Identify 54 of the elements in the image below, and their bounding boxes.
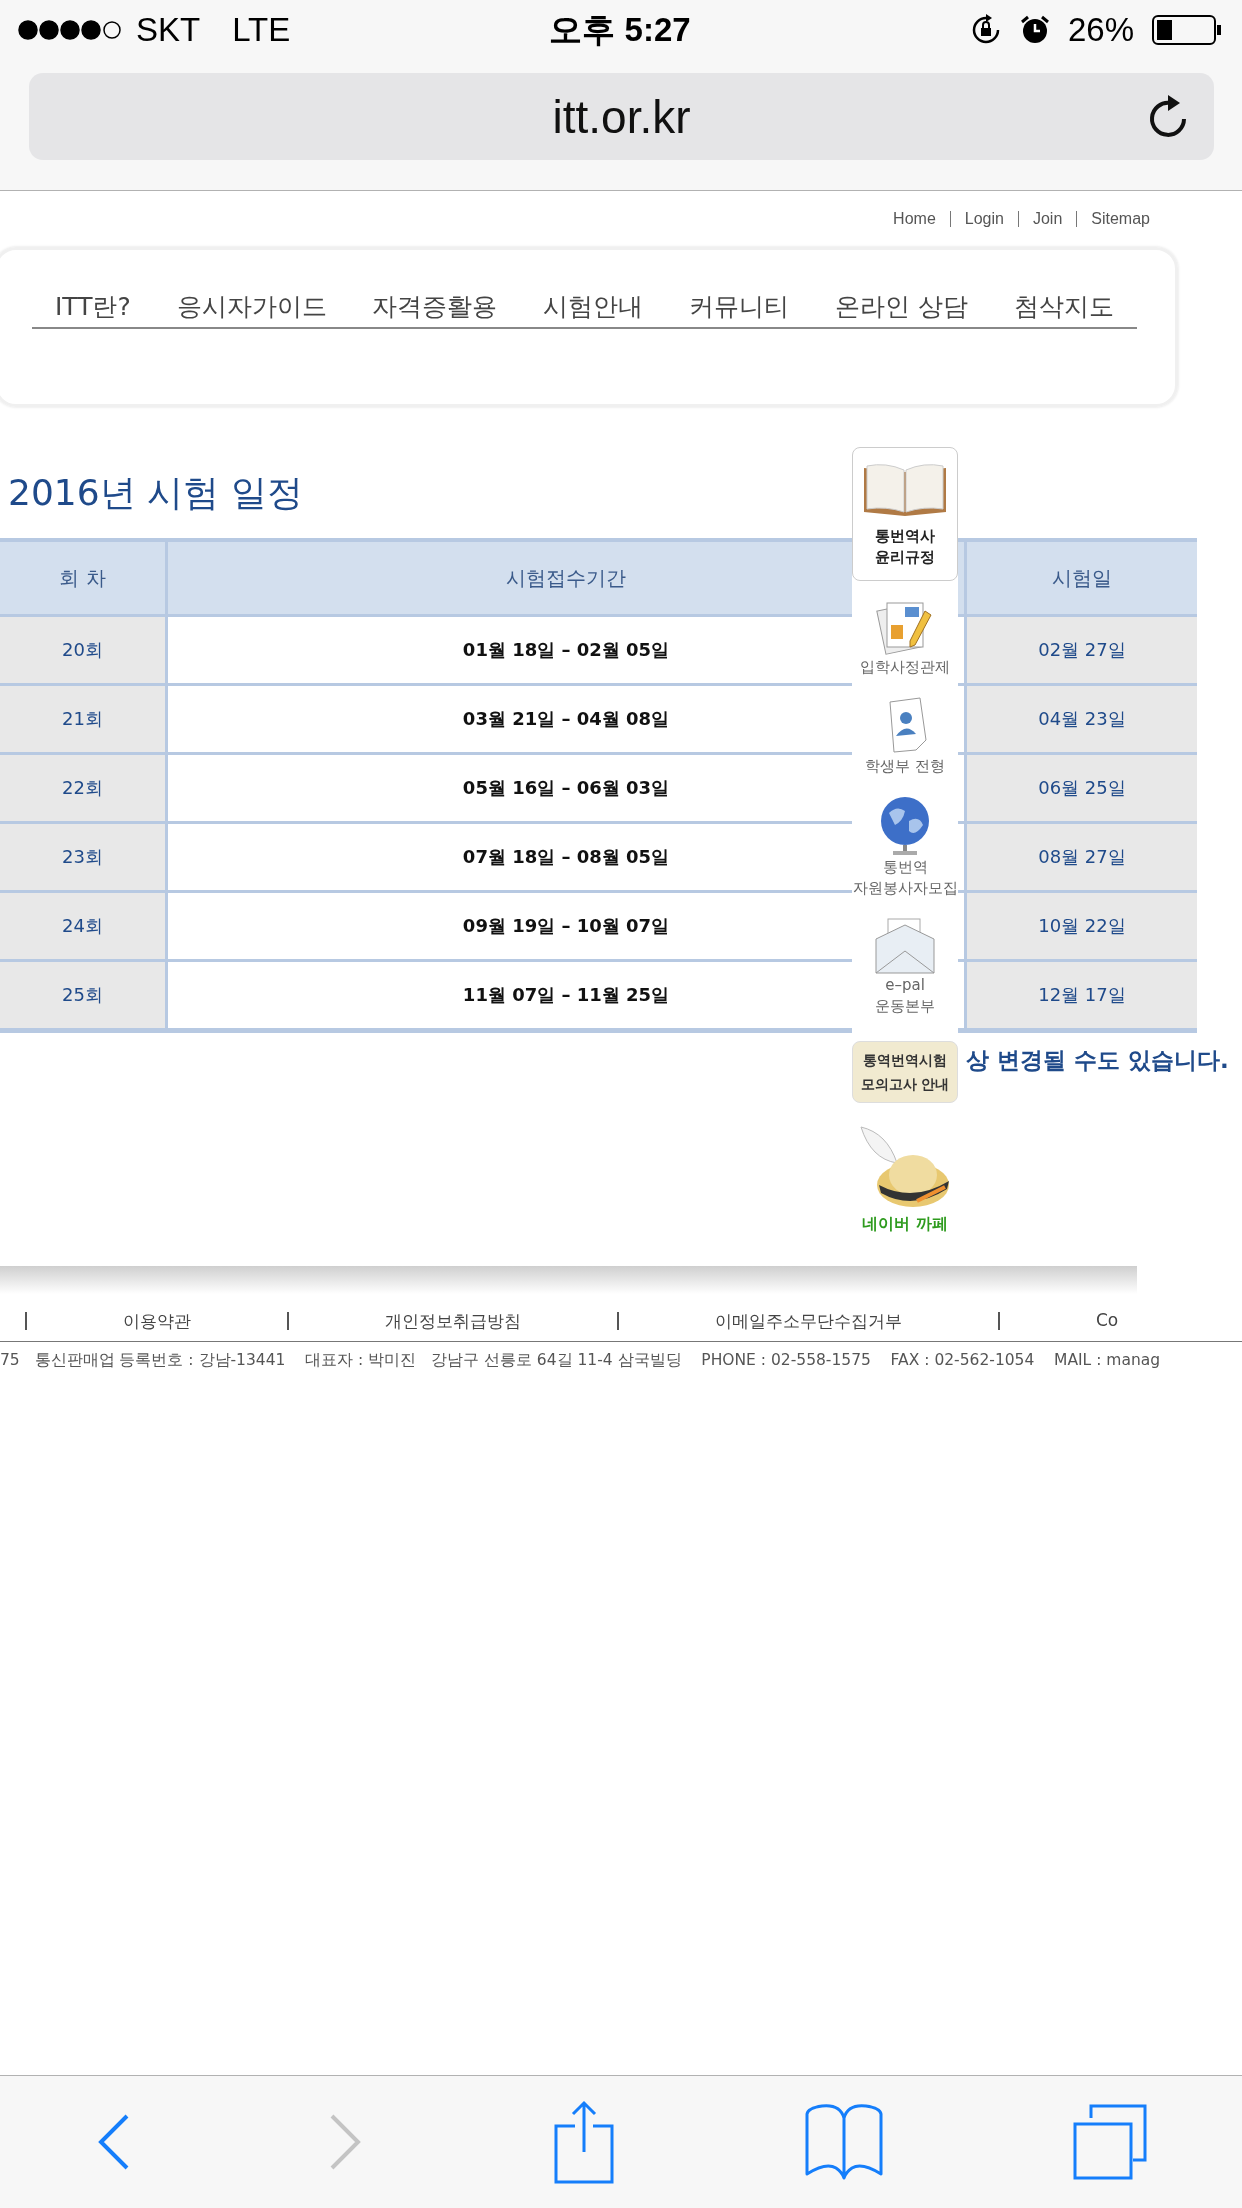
table-cell: 23회 (0, 822, 167, 892)
carrier-label: SKT (136, 11, 201, 49)
quick-menu-link[interactable]: 통번역 (852, 857, 958, 878)
top-link[interactable]: Home (879, 211, 950, 227)
bookmarks-icon[interactable] (804, 2104, 885, 2180)
nav-menu-item[interactable]: 온라인 상담 (835, 290, 969, 323)
table-cell: 25회 (0, 960, 167, 1031)
footer-link[interactable]: 개인정보취급방침 (289, 1310, 617, 1333)
signal-icon (18, 20, 122, 40)
nav-menu-item[interactable]: 커뮤니티 (689, 290, 790, 323)
tabs-icon[interactable] (1073, 2104, 1148, 2180)
table-cell: 04월 23일 (965, 684, 1197, 754)
footer-link[interactable]: 이용약관 (27, 1310, 287, 1333)
quick-menu-link[interactable]: 운동본부 (875, 996, 935, 1017)
address-bar[interactable]: itt.or.kr (29, 73, 1214, 160)
column-header: 시험일 (965, 540, 1197, 616)
quick-menu-link[interactable]: 학생부 전형 (865, 756, 945, 777)
column-header: 회 차 (0, 540, 167, 616)
table-cell: 24회 (0, 891, 167, 961)
quick-menu-card[interactable]: 통번역사 윤리규정 (852, 447, 958, 581)
book-icon (862, 462, 948, 518)
nav-menu-item[interactable]: 자격증활용 (372, 290, 498, 323)
quick-menu-link[interactable]: 입학사정관제 (860, 657, 950, 678)
table-cell: 10월 22일 (965, 891, 1197, 961)
cafe-link[interactable]: 네이버 까페 (862, 1213, 948, 1234)
envelope-icon (874, 917, 936, 975)
mock-exam-button[interactable]: 통역번역시험 모의고사 안내 (852, 1041, 958, 1103)
table-cell: 21회 (0, 684, 167, 754)
table-cell: 02월 27일 (965, 615, 1197, 685)
table-cell: 08월 27일 (965, 822, 1197, 892)
table-cell: 20회 (0, 615, 167, 685)
footer-link[interactable]: Co (1000, 1310, 1215, 1333)
nav-menu-item[interactable]: 응시자가이드 (176, 290, 327, 323)
card-label: 윤리규정 (875, 547, 935, 568)
table-cell: 22회 (0, 753, 167, 823)
alarm-icon (1019, 15, 1050, 45)
battery-icon (1152, 15, 1222, 45)
network-label: LTE (232, 11, 291, 49)
clock-label: 오후 5:27 (549, 10, 691, 48)
table-cell: 12월 17일 (965, 960, 1197, 1031)
page-title: 2016년 시험 일정 (8, 471, 303, 515)
footer-link[interactable]: 이메일주소무단수집거부 (619, 1310, 998, 1333)
footer-info: 75 통신판매업 등록번호 : 강남-13441 대표자 : 박미진 강남구 선릉로 64길 11-4 삼국빌딩 PHONE : 02-558-1575 FAX : 02-562-1054 MAIL : manag (0, 1350, 1162, 1371)
nav-menu-item[interactable]: 첨삭지도 (1014, 290, 1114, 323)
share-icon[interactable] (552, 2100, 615, 2184)
quick-menu-link[interactable]: e–pal (875, 975, 935, 996)
notice-text: 상 변경될 수도 있습니다. (966, 1046, 1229, 1075)
top-link[interactable]: Sitemap (1076, 211, 1164, 227)
table-cell: 06월 25일 (965, 753, 1197, 823)
battery-percent: 26% (1067, 11, 1134, 49)
top-link[interactable]: Login (949, 211, 1018, 227)
nav-menu-item[interactable]: ITT란? (54, 290, 131, 323)
top-link[interactable]: Join (1017, 211, 1077, 227)
nav-menu-item[interactable]: 시험안내 (543, 290, 644, 323)
